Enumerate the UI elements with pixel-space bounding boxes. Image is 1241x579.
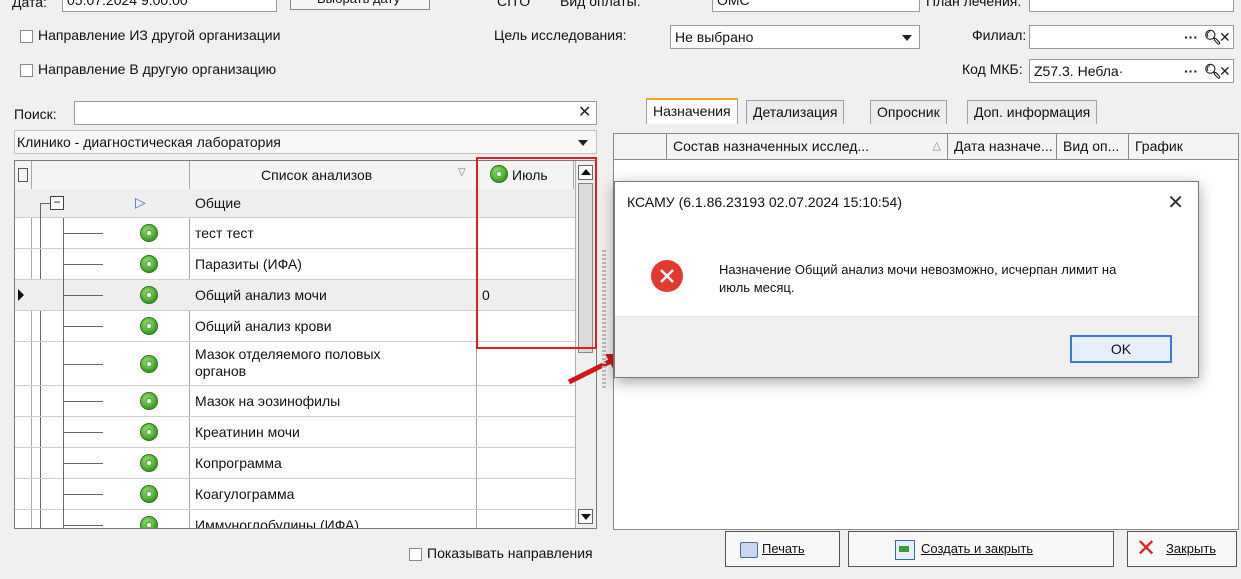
close-button[interactable]: ✕ Закрыть: [1127, 531, 1237, 567]
table-row[interactable]: Мазок на эозинофилы: [15, 386, 596, 417]
table-row[interactable]: Копрограмма: [15, 448, 596, 479]
scroll-down-icon[interactable]: [578, 509, 593, 524]
list-item: Паразиты (ИФА): [195, 256, 302, 272]
ellipsis-icon[interactable]: ···: [1184, 29, 1198, 45]
dir-to-checkbox[interactable]: [20, 64, 33, 77]
plan-label: План лечения:: [926, 0, 1022, 9]
payment-label: Вид оплаты:: [560, 0, 641, 9]
add-icon[interactable]: [140, 224, 158, 242]
search-label: Поиск:: [14, 106, 57, 122]
pick-date-button[interactable]: Выбрать дату: [290, 0, 430, 10]
dir-to-label: Направление В другую организацию: [38, 61, 277, 77]
close-icon[interactable]: ✕: [578, 105, 591, 121]
chevron-down-icon[interactable]: [578, 140, 588, 146]
ellipsis-icon[interactable]: ···: [1184, 63, 1198, 79]
clear-icon[interactable]: ✕: [1219, 29, 1231, 45]
purpose-value: Не выбрано: [675, 29, 754, 45]
error-dialog: КСАМУ (6.1.86.23193 02.07.2024 15:10:54)…: [614, 181, 1199, 378]
error-icon: [651, 260, 683, 292]
show-directions-label: Показывать направления: [427, 545, 593, 561]
table-row[interactable]: Креатинин мочи: [15, 417, 596, 448]
add-icon[interactable]: [140, 392, 158, 410]
col-payment[interactable]: Вид оп...: [1057, 134, 1129, 160]
play-icon: ▷: [135, 194, 146, 210]
add-icon[interactable]: [140, 317, 158, 335]
lab-value: Клинико - диагностическая лаборатория: [17, 134, 281, 150]
ok-button[interactable]: OK: [1070, 335, 1172, 363]
dir-from-label: Направление ИЗ другой организации: [38, 27, 281, 43]
add-icon[interactable]: [140, 355, 158, 373]
list-item: Иммуноглобулины (ИФА): [195, 517, 360, 529]
list-item: Креатинин мочи: [195, 424, 300, 440]
col-indicator[interactable]: [614, 134, 667, 160]
dialog-footer: OK: [615, 316, 1198, 377]
col-composition[interactable]: Состав назначенных исслед... △: [667, 134, 948, 160]
close-label: Закрыть: [1166, 541, 1217, 556]
clear-icon[interactable]: ✕: [1219, 63, 1231, 79]
create-close-button[interactable]: Создать и закрыть: [848, 531, 1114, 567]
mkb-label: Код МКБ:: [962, 61, 1023, 77]
collapse-icon[interactable]: −: [50, 196, 64, 210]
list-item: Общий анализ мочи: [195, 287, 327, 303]
branch-label: Филиал:: [972, 27, 1027, 43]
close-icon[interactable]: ✕: [1167, 190, 1184, 215]
tab-extra-info[interactable]: Доп. информация: [967, 100, 1098, 124]
col-list-header[interactable]: Список анализов: [261, 167, 372, 183]
col-schedule[interactable]: График: [1129, 134, 1238, 160]
date-label: Дата:: [12, 0, 47, 10]
dialog-message: Назначение Общий анализ мочи невозможно,…: [719, 262, 1117, 295]
close-icon: ✕: [1136, 535, 1157, 562]
tab-assignments[interactable]: Назначения: [646, 98, 738, 124]
add-icon[interactable]: [140, 516, 158, 528]
tab-questionnaire[interactable]: Опросник: [870, 100, 947, 124]
add-icon[interactable]: [140, 454, 158, 472]
col-date[interactable]: Дата назначе...: [948, 134, 1057, 160]
highlight-frame: [476, 157, 597, 349]
row-pointer-icon: [18, 289, 24, 301]
date-field[interactable]: 05.07.2024 9:00:00: [62, 0, 277, 12]
sort-asc-icon: △: [932, 140, 941, 152]
filter-icon[interactable]: ▽: [458, 167, 466, 178]
chevron-down-icon[interactable]: [902, 35, 912, 41]
lab-select[interactable]: Клинико - диагностическая лаборатория: [14, 130, 597, 154]
print-button[interactable]: Печать: [725, 531, 840, 567]
plan-field[interactable]: [1029, 0, 1234, 12]
dialog-title: КСАМУ (6.1.86.23193 02.07.2024 15:10:54): [627, 194, 902, 210]
splitter[interactable]: [602, 250, 606, 390]
list-item: Мазок на эозинофилы: [195, 393, 341, 409]
list-item: тест тест: [195, 225, 254, 241]
list-item: Копрограмма: [195, 455, 282, 471]
tab-details[interactable]: Детализация: [746, 100, 845, 124]
add-icon[interactable]: [140, 423, 158, 441]
list-item: Мазок отделяемого половых органов: [195, 346, 381, 379]
add-icon[interactable]: [140, 286, 158, 304]
purpose-label: Цель исследования:: [494, 27, 627, 43]
table-row[interactable]: Коагулограмма: [15, 479, 596, 510]
purpose-select[interactable]: Не выбрано: [670, 25, 920, 49]
print-label: Печать: [762, 541, 805, 556]
add-icon[interactable]: [140, 485, 158, 503]
create-close-label: Создать и закрыть: [921, 541, 1034, 556]
col-composition-label: Состав назначенных исслед...: [673, 138, 870, 154]
search-input[interactable]: [74, 101, 597, 125]
printer-icon: [740, 542, 758, 558]
add-icon[interactable]: [140, 255, 158, 273]
table-row[interactable]: Иммуноглобулины (ИФА): [15, 510, 596, 529]
list-item: Общие: [195, 195, 242, 211]
column-chooser-icon[interactable]: [18, 168, 28, 182]
save-icon: [895, 540, 915, 560]
payment-field[interactable]: ОМС: [712, 0, 920, 12]
show-directions-checkbox[interactable]: [409, 548, 422, 561]
list-item: Общий анализ крови: [195, 318, 332, 334]
dir-from-checkbox[interactable]: [20, 30, 33, 43]
list-item: Коагулограмма: [195, 486, 295, 502]
cito-label[interactable]: CITO: [497, 0, 530, 9]
